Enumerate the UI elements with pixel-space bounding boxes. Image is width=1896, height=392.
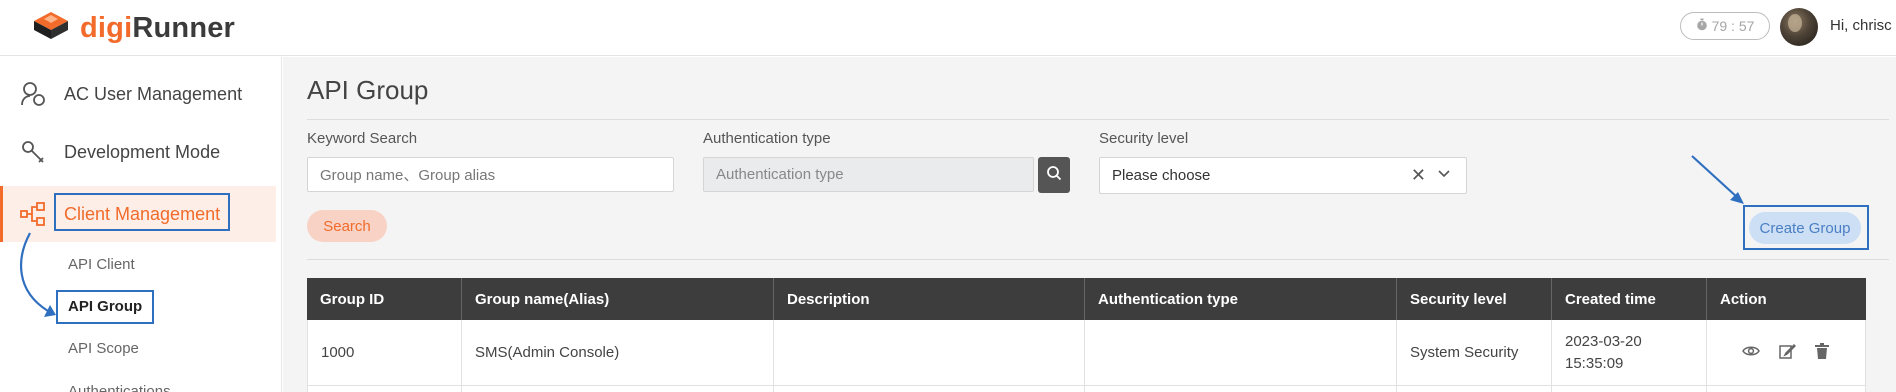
- table-cell: [774, 386, 1085, 392]
- client-management-highlight-box: [54, 193, 230, 231]
- security-level-value: Please choose: [1112, 167, 1211, 184]
- table-cell: [307, 386, 462, 392]
- auth-type-search-button[interactable]: [1038, 157, 1070, 193]
- clear-icon[interactable]: ✕: [1411, 165, 1426, 186]
- search-icon: [1046, 165, 1062, 186]
- created-time: 15:35:09: [1565, 354, 1624, 372]
- cell-security-level: System Security: [1397, 320, 1552, 385]
- filter-divider: [307, 259, 1889, 260]
- sidebar-subitem-authentications[interactable]: Authentications: [68, 383, 171, 392]
- table-row: [307, 386, 1866, 392]
- user-management-icon: [18, 79, 48, 109]
- title-divider: [307, 119, 1889, 120]
- timer-value: 79 : 57: [1711, 18, 1755, 34]
- table-row[interactable]: 1000 SMS(Admin Console) System Security …: [307, 320, 1866, 386]
- sidebar-item-label: Development Mode: [64, 141, 221, 162]
- user-greeting[interactable]: Hi, chrisc: [1830, 17, 1892, 34]
- table-header: Group ID Group name(Alias) Description A…: [307, 278, 1866, 320]
- auth-type-label: Authentication type: [703, 130, 831, 147]
- security-level-select[interactable]: Please choose ✕: [1099, 157, 1467, 194]
- column-header-group-id[interactable]: Group ID: [307, 278, 462, 320]
- table-cell: [462, 386, 774, 392]
- cell-description: [774, 320, 1085, 385]
- keyword-search-label: Keyword Search: [307, 130, 418, 147]
- keyword-search-placeholder: Group name、Group alias: [320, 167, 496, 184]
- create-group-button[interactable]: Create Group: [1749, 212, 1861, 244]
- edit-icon[interactable]: [1778, 342, 1797, 364]
- client-tree-icon: [18, 199, 48, 229]
- wrench-icon: [18, 137, 48, 167]
- sidebar-item-development-mode[interactable]: Development Mode: [0, 124, 276, 180]
- created-date: 2023-03-20: [1565, 332, 1642, 350]
- table-cell: [1707, 386, 1866, 392]
- column-header-group-name[interactable]: Group name(Alias): [462, 278, 774, 320]
- column-header-description[interactable]: Description: [774, 278, 1085, 320]
- search-button[interactable]: Search: [307, 210, 387, 242]
- api-group-table: Group ID Group name(Alias) Description A…: [307, 278, 1866, 392]
- table-cell: [1085, 386, 1397, 392]
- page-title: API Group: [307, 75, 429, 105]
- table-cell: [1397, 386, 1552, 392]
- security-level-label: Security level: [1099, 130, 1189, 147]
- column-header-action: Action: [1720, 290, 1767, 308]
- cell-group-id: 1000: [307, 320, 462, 385]
- session-timer: 79 : 57: [1680, 12, 1770, 40]
- avatar[interactable]: [1780, 8, 1818, 46]
- eye-icon[interactable]: [1742, 344, 1760, 362]
- column-header-auth-type[interactable]: Authentication type: [1085, 278, 1397, 320]
- sidebar-item-ac-user-management[interactable]: AC User Management: [0, 66, 276, 122]
- arrow-annotation: [1691, 155, 1744, 204]
- cell-actions: [1707, 320, 1866, 385]
- sidebar-subitem-api-client[interactable]: API Client: [68, 256, 135, 273]
- keyword-search-input[interactable]: Group name、Group alias: [307, 157, 674, 192]
- top-header: digiRunner 79 : 57 Hi, chrisc: [0, 0, 1896, 56]
- column-header-created-time[interactable]: Created time: [1552, 278, 1707, 320]
- main-content: API Group Keyword Search Group name、Grou…: [283, 57, 1896, 392]
- logo-wordmark: digiRunner: [80, 11, 236, 44]
- sidebar-subitem-api-scope[interactable]: API Scope: [68, 340, 139, 357]
- cell-auth-type: [1085, 320, 1397, 385]
- sidebar-item-label: AC User Management: [64, 83, 243, 104]
- auth-type-input[interactable]: Authentication type: [703, 157, 1034, 192]
- sidebar: AC User Management Development Mode Clie…: [0, 57, 282, 392]
- trash-icon[interactable]: [1814, 342, 1830, 364]
- logo-icon: [30, 8, 72, 48]
- table-cell: [1552, 386, 1707, 392]
- chevron-down-icon[interactable]: [1436, 166, 1452, 186]
- curved-arrow-annotation: [19, 232, 56, 317]
- cell-created-time: 2023-03-20 15:35:09: [1552, 320, 1707, 385]
- cell-group-name: SMS(Admin Console): [462, 320, 774, 385]
- stopwatch-icon: [1696, 18, 1708, 34]
- digirunner-logo[interactable]: digiRunner: [30, 8, 235, 48]
- column-header-security-level[interactable]: Security level: [1397, 278, 1552, 320]
- auth-type-placeholder: Authentication type: [716, 166, 844, 183]
- api-group-highlight-box: [56, 290, 154, 324]
